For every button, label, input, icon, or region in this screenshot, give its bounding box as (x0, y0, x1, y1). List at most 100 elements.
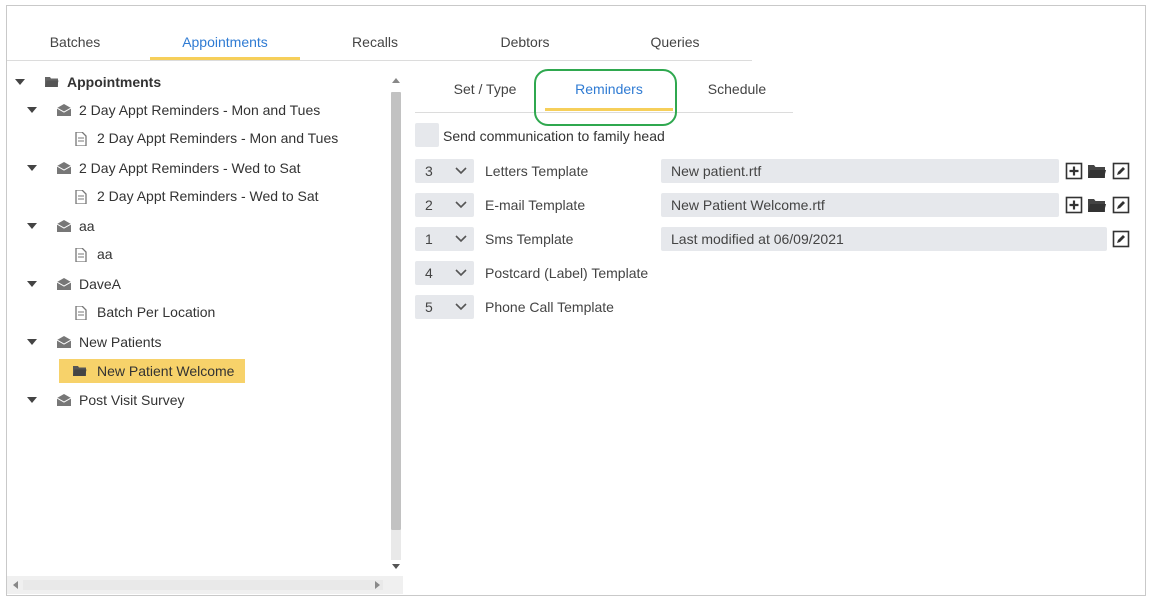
order-value: 3 (425, 163, 433, 179)
tab-schedule[interactable]: Schedule (677, 81, 797, 101)
batch-tree: Appointments 2 Day Appt Reminders - Mon … (7, 68, 405, 592)
template-label: Letters Template (485, 163, 589, 179)
tree-group-label: New Patients (79, 334, 162, 350)
order-value: 1 (425, 231, 433, 247)
tree-item-label: 2 Day Appt Reminders - Wed to Sat (97, 188, 319, 204)
envelope-batch-icon (57, 336, 71, 348)
tree-group-label: DaveA (79, 276, 122, 292)
chevron-down-icon (455, 162, 467, 181)
edit-template-icon[interactable] (1112, 162, 1130, 180)
family-head-label: Send communication to family head (443, 128, 665, 144)
envelope-batch-icon (57, 394, 71, 406)
chevron-down-icon (455, 298, 467, 317)
tab-queries[interactable]: Queries (625, 34, 725, 58)
template-label: E-mail Template (485, 197, 586, 213)
scroll-right-icon[interactable] (375, 581, 380, 589)
tree-item[interactable]: 2 Day Appt Reminders - Mon and Tues (75, 125, 338, 151)
tree-group-label: Post Visit Survey (79, 392, 185, 408)
expand-caret-icon[interactable] (27, 223, 37, 229)
template-file-field[interactable]: Last modified at 06/09/2021 (661, 227, 1107, 251)
tree-group[interactable]: Post Visit Survey (27, 387, 185, 413)
folder-open-icon (73, 365, 87, 377)
envelope-batch-icon (57, 104, 71, 116)
tree-item[interactable]: Batch Per Location (75, 299, 215, 325)
template-row-email: 2 E-mail Template New Patient Welcome.rt… (415, 193, 1135, 217)
edit-template-icon[interactable] (1112, 196, 1130, 214)
expand-caret-icon[interactable] (27, 165, 37, 171)
document-icon (75, 248, 89, 262)
tree-item[interactable]: 2 Day Appt Reminders - Wed to Sat (75, 183, 319, 209)
active-tab-indicator (150, 57, 300, 60)
add-template-icon[interactable] (1065, 196, 1083, 214)
open-folder-icon[interactable] (1087, 162, 1107, 180)
tree-item-selected[interactable]: New Patient Welcome (73, 358, 234, 384)
template-file-field[interactable]: New patient.rtf (661, 159, 1059, 183)
tab-recalls[interactable]: Recalls (325, 34, 425, 58)
tree-vertical-scrollbar[interactable] (387, 72, 403, 576)
order-select[interactable]: 2 (415, 193, 474, 217)
envelope-batch-icon (57, 220, 71, 232)
tree-group[interactable]: aa (27, 213, 95, 239)
tab-appointments[interactable]: Appointments (150, 34, 300, 58)
envelope-batch-icon (57, 278, 71, 290)
expand-caret-icon[interactable] (27, 107, 37, 113)
tree-horizontal-scrollbar[interactable] (7, 576, 403, 594)
chevron-down-icon (455, 264, 467, 283)
tree-item-label: New Patient Welcome (97, 363, 235, 379)
tab-debtors[interactable]: Debtors (475, 34, 575, 58)
order-value: 4 (425, 265, 433, 281)
template-row-sms: 1 Sms Template Last modified at 06/09/20… (415, 227, 1135, 251)
order-select[interactable]: 4 (415, 261, 474, 285)
template-label: Postcard (Label) Template (485, 265, 649, 281)
expand-caret-icon[interactable] (27, 339, 37, 345)
folder-open-icon (45, 76, 59, 88)
chevron-down-icon (455, 196, 467, 215)
scroll-down-icon[interactable] (392, 564, 400, 569)
expand-caret-icon[interactable] (27, 281, 37, 287)
scrollbar-track[interactable] (23, 580, 383, 590)
tree-group-label: 2 Day Appt Reminders - Mon and Tues (79, 102, 321, 118)
document-icon (75, 306, 89, 320)
tree-item[interactable]: aa (75, 241, 113, 267)
edit-template-icon[interactable] (1112, 230, 1130, 248)
scrollbar-thumb[interactable] (391, 92, 401, 530)
tree-group[interactable]: 2 Day Appt Reminders - Wed to Sat (27, 155, 301, 181)
template-row-letters: 3 Letters Template New patient.rtf (415, 159, 1135, 183)
tree-group[interactable]: 2 Day Appt Reminders - Mon and Tues (27, 97, 320, 123)
tree-root-label: Appointments (67, 74, 162, 90)
tree-item-label: 2 Day Appt Reminders - Mon and Tues (97, 130, 339, 146)
add-template-icon[interactable] (1065, 162, 1083, 180)
batch-manager-window: Batches Appointments Recalls Debtors Que… (6, 5, 1146, 596)
scroll-up-icon[interactable] (392, 78, 400, 83)
chevron-down-icon (455, 230, 467, 249)
order-select[interactable]: 5 (415, 295, 474, 319)
template-row-postcard: 4 Postcard (Label) Template (415, 261, 1135, 285)
open-folder-icon[interactable] (1087, 196, 1107, 214)
tree-root-appointments[interactable]: Appointments (15, 69, 161, 95)
expand-caret-icon[interactable] (27, 397, 37, 403)
template-label: Phone Call Template (485, 299, 614, 315)
document-icon (75, 132, 89, 146)
document-icon (75, 190, 89, 204)
expand-caret-icon[interactable] (15, 79, 25, 85)
template-file-field[interactable]: New Patient Welcome.rtf (661, 193, 1059, 217)
top-tab-bar: Batches Appointments Recalls Debtors Que… (7, 6, 752, 61)
tree-group[interactable]: New Patients (27, 329, 161, 355)
tab-set-type[interactable]: Set / Type (425, 81, 545, 101)
order-value: 2 (425, 197, 433, 213)
tree-item-label: Batch Per Location (97, 304, 216, 320)
tree-group-label: aa (79, 218, 95, 234)
family-head-checkbox[interactable] (415, 123, 439, 147)
tree-group[interactable]: DaveA (27, 271, 121, 297)
tab-batches[interactable]: Batches (25, 34, 125, 58)
order-select[interactable]: 1 (415, 227, 474, 251)
order-select[interactable]: 3 (415, 159, 474, 183)
template-label: Sms Template (485, 231, 574, 247)
scroll-left-icon[interactable] (13, 581, 18, 589)
tree-group-label: 2 Day Appt Reminders - Wed to Sat (79, 160, 301, 176)
order-value: 5 (425, 299, 433, 315)
scrollbar-track[interactable] (391, 530, 401, 560)
tree-item-label: aa (97, 246, 113, 262)
envelope-batch-icon (57, 162, 71, 174)
annotation-highlight-ring (534, 69, 677, 126)
